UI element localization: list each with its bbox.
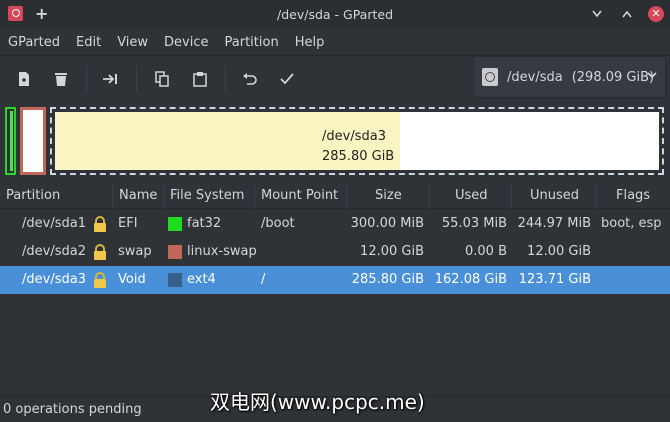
menu-edit[interactable]: Edit — [76, 35, 101, 50]
lock-icon — [94, 272, 106, 288]
cell-flags: boot, esp — [601, 216, 662, 231]
cell-partition: /dev/sda1 — [22, 216, 86, 231]
cell-partition: /dev/sda3 — [22, 272, 86, 287]
partition-map: /dev/sda3 285.80 GiB — [0, 101, 670, 179]
cell-unused: 12.00 GiB — [527, 244, 591, 259]
col-name[interactable]: Name — [113, 182, 164, 209]
fs-color-swatch — [168, 245, 182, 259]
partition-block-name: /dev/sda3 — [322, 129, 386, 144]
operations-pending-text: 0 operations pending — [3, 402, 142, 417]
copy-icon — [155, 71, 169, 87]
free-space-area — [400, 112, 659, 170]
device-name: /dev/sda — [507, 69, 563, 85]
window-title: /dev/sda - GParted — [277, 7, 393, 22]
cell-used: 55.03 MiB — [441, 216, 507, 231]
apply-button[interactable] — [276, 68, 298, 90]
undo-button[interactable] — [239, 68, 261, 90]
new-partition-button[interactable] — [13, 68, 35, 90]
new-icon — [19, 72, 29, 86]
col-mountpoint[interactable]: Mount Point — [255, 182, 347, 209]
usage-fill — [10, 111, 13, 171]
partition-block-label: /dev/sda3 285.80 GiB — [322, 127, 394, 167]
apply-icon — [280, 73, 294, 85]
watermark-text: 双电网(www.pcpc.me) — [210, 390, 425, 414]
cell-name: EFI — [118, 216, 138, 231]
partition-block-sda3[interactable]: /dev/sda3 285.80 GiB — [50, 107, 664, 175]
menu-view[interactable]: View — [117, 35, 148, 50]
cell-partition: /dev/sda2 — [22, 244, 86, 259]
cell-size: 300.00 MiB — [350, 216, 424, 231]
minimize-button[interactable] — [589, 6, 605, 22]
col-partition[interactable]: Partition — [0, 182, 113, 209]
toolbar-separator — [136, 66, 137, 92]
delete-partition-button[interactable] — [50, 68, 72, 90]
table-row[interactable]: /dev/sda2 swap linux-swap 12.00 GiB 0.00… — [0, 238, 670, 266]
maximize-button[interactable] — [619, 6, 635, 22]
cell-unused: 123.71 GiB — [518, 272, 591, 287]
menu-bar: GParted Edit View Device Partition Help — [0, 29, 670, 55]
col-unused[interactable]: Unused — [512, 182, 596, 209]
cell-filesystem: linux-swap — [187, 244, 257, 259]
col-used[interactable]: Used — [430, 182, 512, 209]
col-filesystem[interactable]: File System — [164, 182, 255, 209]
fs-color-swatch — [168, 273, 182, 287]
cell-unused: 244.97 MiB — [517, 216, 591, 231]
lock-icon — [94, 244, 106, 260]
cell-filesystem: ext4 — [187, 272, 216, 287]
toolbar-separator — [86, 66, 87, 92]
col-size[interactable]: Size — [347, 182, 430, 209]
cell-filesystem: fat32 — [187, 216, 222, 231]
partition-table: Partition Name File System Mount Point S… — [0, 182, 670, 396]
lock-icon — [94, 216, 106, 232]
close-button[interactable]: ✕ — [648, 6, 664, 22]
paste-icon — [193, 72, 207, 87]
harddisk-icon — [482, 68, 498, 86]
undo-icon — [243, 73, 257, 85]
fs-color-swatch — [168, 217, 182, 231]
menu-help[interactable]: Help — [295, 35, 325, 50]
cell-used: 162.08 GiB — [434, 272, 507, 287]
cell-name: Void — [118, 272, 146, 287]
table-row[interactable]: /dev/sda1 EFI fat32 /boot 300.00 MiB 55.… — [0, 210, 670, 238]
paste-button[interactable] — [189, 68, 211, 90]
copy-button[interactable] — [151, 68, 173, 90]
cell-mountpoint: /boot — [261, 216, 295, 231]
cell-size: 12.00 GiB — [360, 244, 424, 259]
cell-name: swap — [118, 244, 152, 259]
device-selector[interactable]: /dev/sda (298.09 GiB) — [473, 56, 666, 98]
table-header: Partition Name File System Mount Point S… — [0, 182, 670, 209]
table-row-selected[interactable]: /dev/sda3 Void ext4 / 285.80 GiB 162.08 … — [0, 266, 670, 294]
partition-block-size: 285.80 GiB — [322, 149, 395, 164]
partition-block-sda2[interactable] — [20, 107, 46, 175]
delete-icon — [55, 73, 67, 86]
menu-gparted[interactable]: GParted — [8, 35, 60, 50]
cell-size: 285.80 GiB — [351, 272, 424, 287]
resize-move-button[interactable] — [100, 68, 122, 90]
chevron-down-icon — [647, 72, 657, 79]
menu-partition[interactable]: Partition — [225, 35, 279, 50]
col-flags[interactable]: Flags — [596, 182, 670, 209]
device-size: (298.09 GiB) — [571, 69, 655, 85]
resize-move-icon — [103, 74, 117, 84]
menu-device[interactable]: Device — [164, 35, 208, 50]
cell-mountpoint: / — [261, 272, 266, 287]
partition-block-sda1[interactable] — [5, 107, 16, 175]
cell-used: 0.00 B — [465, 244, 507, 259]
title-bar: + /dev/sda - GParted ✕ — [0, 0, 670, 29]
toolbar-separator — [225, 66, 226, 92]
